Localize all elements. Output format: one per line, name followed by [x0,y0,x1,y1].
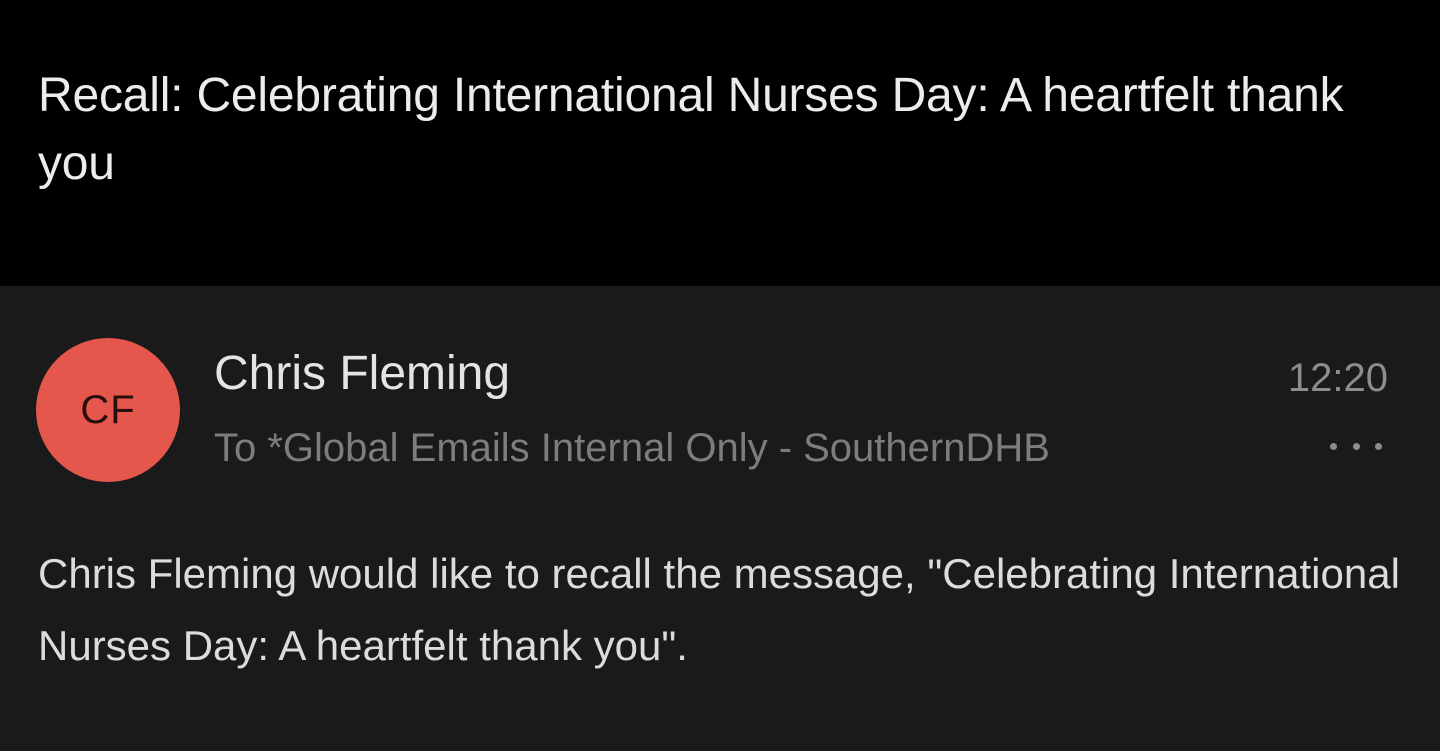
sender-name[interactable]: Chris Fleming [214,344,510,404]
message-body: Chris Fleming would like to recall the m… [38,550,1400,669]
avatar-initials: CF [80,387,136,432]
subject-header: Recall: Celebrating International Nurses… [0,0,1440,286]
more-dot [1352,442,1360,450]
email-subject: Recall: Celebrating International Nurses… [38,69,1344,190]
message-time: 12:20 [1287,356,1388,400]
more-dot [1330,442,1337,450]
more-horizontal-icon[interactable] [1330,436,1382,456]
message-card: CF Chris Fleming 12:20 To *Global Emails… [0,286,1440,751]
avatar[interactable]: CF [36,338,180,482]
recipients-line[interactable]: To *Global Emails Internal Only - Southe… [214,420,1050,476]
more-dot [1375,442,1382,450]
